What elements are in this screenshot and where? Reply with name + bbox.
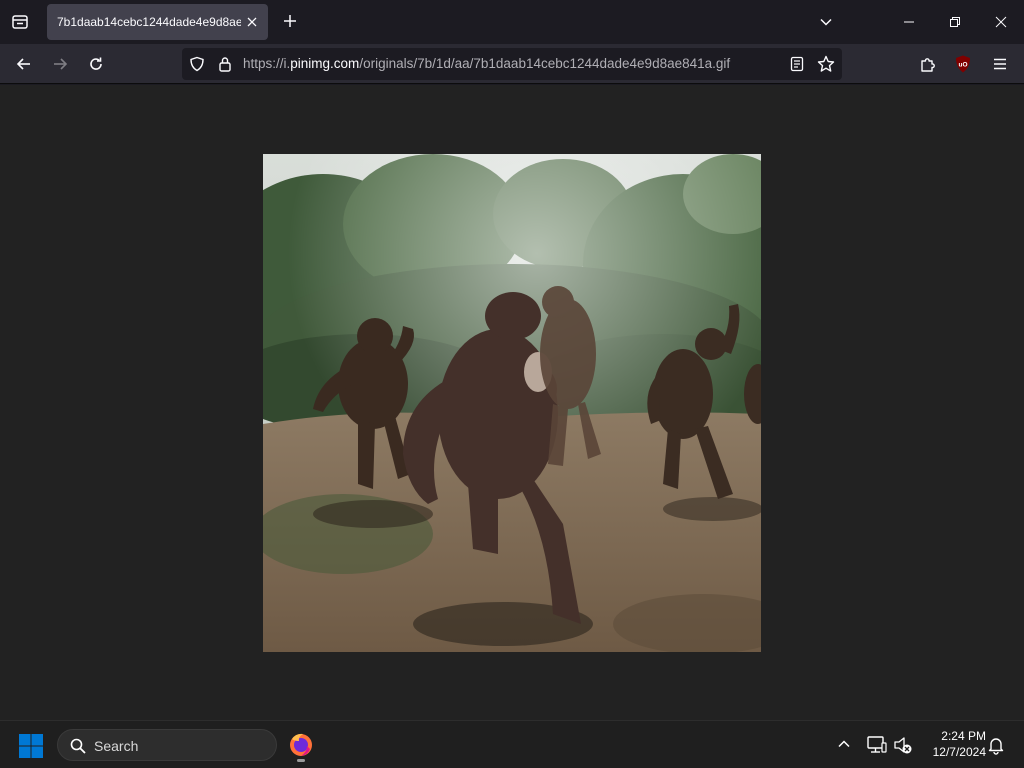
list-all-tabs-button[interactable] xyxy=(813,9,839,35)
search-icon xyxy=(70,738,86,754)
minimize-icon xyxy=(904,21,914,23)
firefox-taskbar-button[interactable] xyxy=(286,729,316,761)
reload-icon xyxy=(90,57,102,70)
notifications-button[interactable] xyxy=(986,735,1006,755)
firefox-icon xyxy=(290,733,312,756)
back-button[interactable] xyxy=(10,50,38,78)
url-bar[interactable]: https://i.pinimg.com/originals/7b/1d/aa/… xyxy=(182,48,842,80)
gif-image[interactable] xyxy=(263,154,761,652)
tracking-protection-button[interactable] xyxy=(188,55,206,73)
new-tab-button[interactable] xyxy=(278,9,302,33)
tab-strip: 7b1daab14cebc1244dade4e9d8ae841a.gif xyxy=(0,0,1024,44)
search-label: Search xyxy=(94,738,139,754)
firefox-view-icon xyxy=(12,15,28,29)
puzzle-icon xyxy=(921,58,935,72)
firefox-view-button[interactable] xyxy=(6,8,34,36)
dancing-gorillas-image xyxy=(263,154,761,652)
minimize-button[interactable] xyxy=(889,6,929,38)
lock-icon xyxy=(219,57,231,72)
clock-date: 12/7/2024 xyxy=(932,745,986,759)
volume-muted-icon xyxy=(894,737,912,754)
restore-icon xyxy=(950,17,960,27)
ublock-badge-text: uO xyxy=(958,62,967,69)
taskbar: Search 2:24 PM 12/7/2024 xyxy=(0,720,1024,768)
network-button[interactable] xyxy=(866,734,888,756)
site-info-button[interactable] xyxy=(216,55,234,73)
url-host: pinimg.com xyxy=(290,56,360,71)
ublock-icon: uO xyxy=(956,55,970,73)
ublock-origin-button[interactable]: uO xyxy=(952,53,974,75)
bookmark-star-button[interactable] xyxy=(816,54,836,74)
url-scheme: https://i. xyxy=(243,56,291,71)
system-clock[interactable]: 2:24 PM 12/7/2024 xyxy=(918,728,986,760)
close-window-button[interactable] xyxy=(981,6,1021,38)
tab-active[interactable]: 7b1daab14cebc1244dade4e9d8ae841a.gif xyxy=(47,4,268,40)
taskbar-search[interactable]: Search xyxy=(57,729,277,761)
reader-view-button[interactable] xyxy=(788,55,806,73)
shield-icon xyxy=(190,56,204,72)
arrow-left-icon xyxy=(16,58,30,70)
reader-view-icon xyxy=(790,56,804,72)
page-content xyxy=(0,85,1024,720)
running-app-indicator xyxy=(297,759,305,762)
tab-close-button[interactable] xyxy=(243,13,261,31)
windows-logo-icon xyxy=(19,734,43,758)
arrow-right-icon xyxy=(54,58,68,70)
reload-button[interactable] xyxy=(82,50,110,78)
tab-title: 7b1daab14cebc1244dade4e9d8ae841a.gif xyxy=(57,15,241,29)
url-path: /originals/7b/1d/aa/7b1daab14cebc1244dad… xyxy=(359,56,731,71)
app-menu-button[interactable] xyxy=(988,52,1012,76)
start-button[interactable] xyxy=(18,733,44,759)
plus-icon xyxy=(284,15,296,27)
clock-time: 2:24 PM xyxy=(941,729,986,743)
navigation-toolbar: https://i.pinimg.com/originals/7b/1d/aa/… xyxy=(0,44,1024,84)
show-hidden-icons-button[interactable] xyxy=(835,735,853,753)
volume-button[interactable] xyxy=(893,734,913,756)
star-icon xyxy=(817,55,835,72)
close-icon xyxy=(247,17,257,27)
chevron-up-icon xyxy=(838,740,850,748)
bell-icon xyxy=(988,738,1004,755)
restore-button[interactable] xyxy=(935,6,975,38)
forward-button[interactable] xyxy=(46,50,74,78)
extensions-button[interactable] xyxy=(916,52,940,76)
url-text[interactable]: https://i.pinimg.com/originals/7b/1d/aa/… xyxy=(243,56,730,71)
chevron-down-icon xyxy=(820,18,832,26)
close-icon xyxy=(995,16,1007,28)
hamburger-menu-icon xyxy=(994,58,1006,70)
network-icon xyxy=(867,736,887,753)
